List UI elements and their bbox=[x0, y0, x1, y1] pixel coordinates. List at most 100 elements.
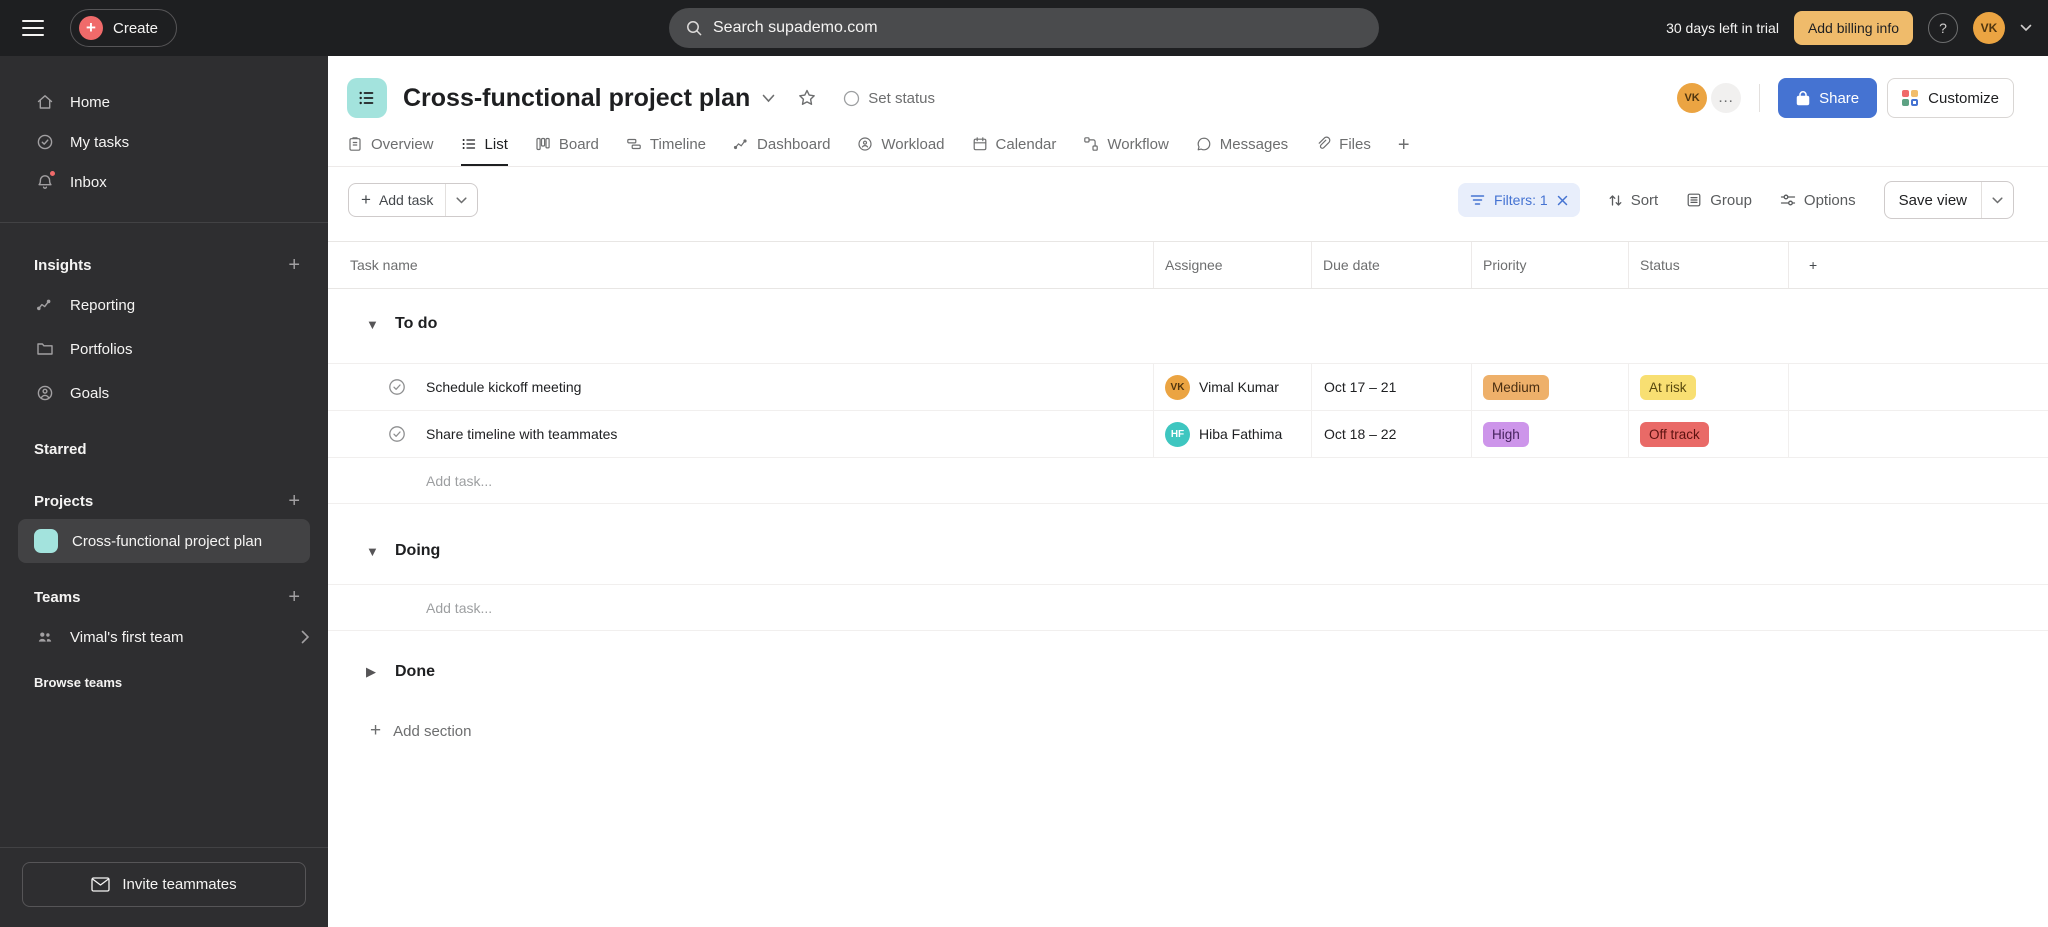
column-header-status[interactable]: Status bbox=[1629, 242, 1789, 288]
search-icon bbox=[685, 19, 703, 37]
starred-section-header[interactable]: Starred bbox=[0, 431, 328, 467]
priority-cell[interactable]: High bbox=[1472, 411, 1629, 457]
sidebar-item-reporting[interactable]: Reporting bbox=[0, 283, 328, 327]
task-check-icon[interactable] bbox=[388, 378, 406, 396]
empty-cell bbox=[1789, 364, 2048, 410]
tab-dashboard[interactable]: Dashboard bbox=[733, 124, 830, 166]
member-avatar[interactable]: VK bbox=[1677, 83, 1708, 113]
sidebar-item-my-tasks[interactable]: My tasks bbox=[0, 122, 328, 162]
status-cell[interactable]: Off track bbox=[1629, 411, 1789, 457]
save-view-split-button[interactable]: Save view bbox=[1883, 181, 2014, 219]
topbar: + Create Search supademo.com 30 days lef… bbox=[0, 0, 2048, 56]
section-header-doing[interactable]: ▼ Doing bbox=[328, 528, 2048, 574]
add-project-button[interactable]: + bbox=[288, 491, 300, 511]
save-view-chevron-down-icon[interactable] bbox=[1981, 182, 2013, 218]
add-tab-button[interactable]: + bbox=[1398, 134, 1410, 157]
project-color-icon bbox=[34, 529, 58, 553]
priority-cell[interactable]: Medium bbox=[1472, 364, 1629, 410]
table-row[interactable]: Share timeline with teammates HF Hiba Fa… bbox=[328, 411, 2048, 458]
sidebar-item-inbox[interactable]: Inbox bbox=[0, 162, 328, 202]
set-status-button[interactable]: Set status bbox=[843, 90, 935, 107]
collapse-chevron-icon[interactable]: ▼ bbox=[366, 317, 379, 332]
tab-calendar[interactable]: Calendar bbox=[972, 124, 1056, 166]
more-members-button[interactable]: … bbox=[1711, 83, 1742, 113]
tab-files[interactable]: Files bbox=[1315, 124, 1371, 166]
column-header-due-date[interactable]: Due date bbox=[1312, 242, 1472, 288]
add-task-split-button[interactable]: + Add task bbox=[348, 183, 479, 217]
search-input[interactable]: Search supademo.com bbox=[669, 8, 1379, 48]
app-root: + Create Search supademo.com 30 days lef… bbox=[0, 0, 2048, 927]
account-chevron-down-icon[interactable] bbox=[2020, 24, 2032, 32]
create-button[interactable]: + Create bbox=[70, 9, 178, 47]
help-button[interactable]: ? bbox=[1928, 13, 1958, 43]
insights-title: Insights bbox=[34, 256, 92, 274]
assignee-cell[interactable]: HF Hiba Fathima bbox=[1154, 411, 1312, 457]
options-button[interactable]: Options bbox=[1780, 192, 1856, 209]
sidebar-item-label: Home bbox=[70, 93, 111, 111]
expand-chevron-icon[interactable]: ▶ bbox=[366, 664, 378, 680]
sidebar-item-portfolios[interactable]: Portfolios bbox=[0, 327, 328, 371]
clear-filters-close-icon[interactable] bbox=[1557, 195, 1568, 206]
sidebar-item-label: Portfolios bbox=[70, 340, 133, 358]
tab-messages[interactable]: Messages bbox=[1196, 124, 1288, 166]
customize-icon bbox=[1902, 90, 1919, 106]
status-cell[interactable]: At risk bbox=[1629, 364, 1789, 410]
add-task-row[interactable]: Add task... bbox=[328, 458, 2048, 504]
section-title: Doing bbox=[395, 542, 441, 559]
sidebar-item-team[interactable]: Vimal's first team bbox=[0, 615, 328, 659]
add-section-button[interactable]: + Add section bbox=[328, 709, 2048, 753]
my-tasks-icon bbox=[34, 131, 56, 153]
assignee-name: Hiba Fathima bbox=[1199, 426, 1283, 442]
collapse-chevron-icon[interactable]: ▼ bbox=[366, 544, 379, 559]
set-status-label: Set status bbox=[868, 89, 935, 107]
browse-teams-link[interactable]: Browse teams bbox=[0, 667, 328, 697]
sidebar-item-project-cross-functional[interactable]: Cross-functional project plan bbox=[18, 519, 310, 563]
assignee-cell[interactable]: VK Vimal Kumar bbox=[1154, 364, 1312, 410]
save-view-label: Save view bbox=[1898, 191, 1967, 209]
add-task-row[interactable]: Add task... bbox=[328, 585, 2048, 631]
share-button[interactable]: Share bbox=[1778, 78, 1878, 118]
sidebar-item-goals[interactable]: Goals bbox=[0, 371, 328, 415]
team-chevron-right-icon[interactable] bbox=[301, 630, 310, 644]
add-billing-button[interactable]: Add billing info bbox=[1793, 11, 1913, 45]
filters-chip[interactable]: Filters: 1 bbox=[1458, 183, 1580, 217]
sidebar-item-label: Inbox bbox=[70, 173, 107, 191]
sidebar-divider bbox=[0, 222, 328, 223]
lock-icon bbox=[1796, 90, 1810, 106]
add-insight-button[interactable]: + bbox=[288, 255, 300, 275]
section-header-done[interactable]: ▶ Done bbox=[328, 649, 2048, 695]
tab-workflow[interactable]: Workflow bbox=[1083, 124, 1169, 166]
trial-countdown: 30 days left in trial bbox=[1666, 20, 1779, 36]
column-header-priority[interactable]: Priority bbox=[1472, 242, 1629, 288]
tab-board[interactable]: Board bbox=[535, 124, 599, 166]
column-header-assignee[interactable]: Assignee bbox=[1154, 242, 1312, 288]
column-header-task-name[interactable]: Task name bbox=[328, 242, 1154, 288]
sort-button[interactable]: Sort bbox=[1608, 192, 1658, 209]
user-avatar[interactable]: VK bbox=[1973, 12, 2005, 44]
add-team-button[interactable]: + bbox=[288, 587, 300, 607]
assignee-avatar: HF bbox=[1165, 421, 1190, 447]
section-header-todo[interactable]: ▼ To do bbox=[328, 301, 2048, 347]
sidebar-item-home[interactable]: Home bbox=[0, 82, 328, 122]
invite-teammates-button[interactable]: Invite teammates bbox=[22, 862, 306, 907]
task-check-icon[interactable] bbox=[388, 425, 406, 443]
due-date-cell[interactable]: Oct 18 – 22 bbox=[1312, 411, 1472, 457]
tab-overview[interactable]: Overview bbox=[347, 124, 434, 166]
sidebar: Home My tasks Inbox Insights + Reporting… bbox=[0, 56, 328, 927]
create-button-label: Create bbox=[113, 19, 159, 37]
add-task-chevron-down-icon[interactable] bbox=[445, 184, 477, 216]
home-icon bbox=[34, 91, 56, 113]
projects-section-header: Projects + bbox=[0, 483, 328, 519]
group-button[interactable]: Group bbox=[1686, 192, 1752, 209]
table-row[interactable]: Schedule kickoff meeting VK Vimal Kumar … bbox=[328, 364, 2048, 411]
tab-workload[interactable]: Workload bbox=[857, 124, 945, 166]
sidebar-toggle-icon[interactable] bbox=[22, 20, 44, 36]
tab-timeline[interactable]: Timeline bbox=[626, 124, 706, 166]
star-icon[interactable] bbox=[797, 88, 817, 108]
add-column-button[interactable]: + bbox=[1789, 242, 2048, 288]
tab-list[interactable]: List bbox=[460, 124, 508, 166]
customize-button[interactable]: Customize bbox=[1887, 78, 2014, 118]
section-title: Done bbox=[395, 663, 435, 680]
title-chevron-down-icon[interactable] bbox=[762, 94, 775, 103]
due-date-cell[interactable]: Oct 17 – 21 bbox=[1312, 364, 1472, 410]
